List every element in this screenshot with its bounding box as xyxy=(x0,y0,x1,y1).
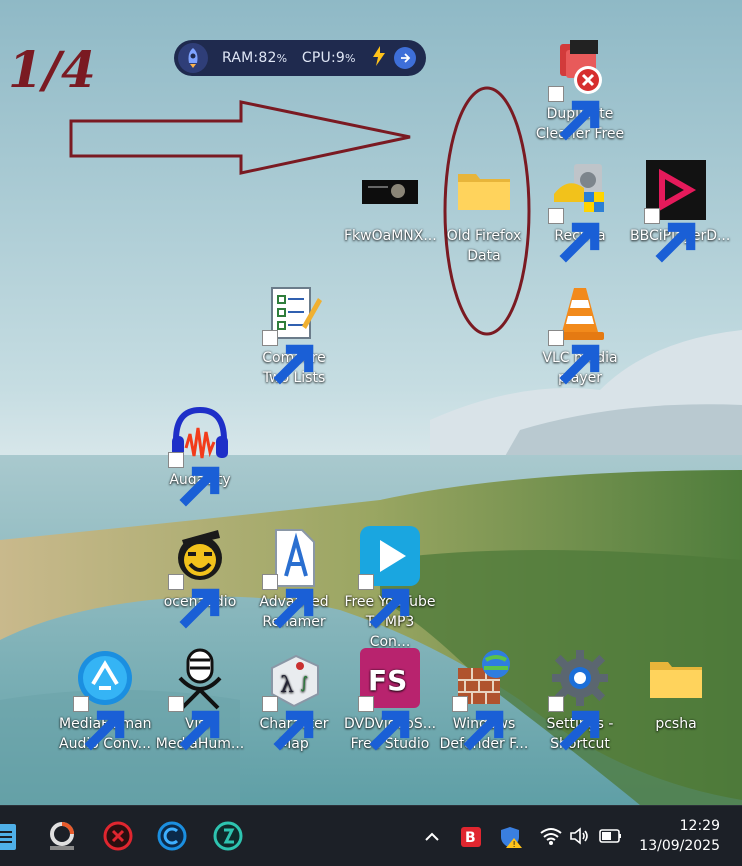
desktop-icon-label: FkwOaMNX... xyxy=(344,228,437,244)
taskbar: B ! 12:29 13/09/2025 xyxy=(0,805,742,866)
rocket-icon[interactable] xyxy=(178,43,208,73)
svg-text:λ: λ xyxy=(280,673,294,698)
desktop-icon-vlc[interactable]: VLC media player xyxy=(532,282,628,388)
chevron-up-icon[interactable] xyxy=(424,826,440,848)
ccleaner-icon[interactable] xyxy=(156,820,188,852)
desktop-icon-mediahuman-audio-converter[interactable]: MediaHuman Audio Conv... xyxy=(57,648,153,754)
desktop-icon-fkwoa[interactable]: FkwOaMNX... xyxy=(342,160,438,246)
desktop-icon-label: Old Firefox Data xyxy=(446,228,522,264)
security-icon[interactable]: ! xyxy=(500,826,524,849)
shortcut-arrow-icon xyxy=(452,696,504,751)
desktop-icon-settings-shortcut[interactable]: Settings - Shortcut xyxy=(532,648,628,754)
clock-time: 12:29 xyxy=(679,818,720,834)
battery-icon[interactable] xyxy=(599,826,623,848)
shortcut-arrow-icon xyxy=(262,330,314,385)
audacity-icon xyxy=(168,404,232,507)
volume-icon[interactable] xyxy=(569,826,591,848)
shortcut-arrow-icon xyxy=(73,696,125,751)
clock-date: 13/09/2025 xyxy=(639,838,720,854)
clock[interactable]: 12:29 13/09/2025 xyxy=(639,816,720,856)
mediahuman-microphone-icon xyxy=(168,648,232,751)
vlc-cone-icon xyxy=(548,282,612,385)
cpu-readout: CPU:9% xyxy=(301,50,356,66)
red-app-icon[interactable] xyxy=(102,820,134,852)
desktop-icon-free-youtube-to-mp3[interactable]: Free YouTube To MP3 Con... xyxy=(342,526,438,652)
photoscape-icon[interactable] xyxy=(46,820,78,852)
shortcut-arrow-icon xyxy=(168,574,220,629)
svg-text:∫: ∫ xyxy=(300,673,308,692)
lightning-icon[interactable] xyxy=(372,46,386,70)
recuva-icon xyxy=(548,160,612,263)
shortcut-arrow-icon xyxy=(262,696,314,751)
desktop-icon-duplicate-cleaner[interactable]: Duplicate Cleaner Free xyxy=(532,38,628,144)
annotation-step-label: 1/4 xyxy=(8,40,96,99)
desktop-icon-ocenaudio[interactable]: ocenaudio xyxy=(152,526,248,629)
desktop-icon-advanced-renamer[interactable]: Advanced Renamer xyxy=(246,526,342,632)
shortcut-arrow-icon xyxy=(548,330,600,385)
wifi-icon[interactable] xyxy=(540,826,562,848)
desktop-icon-visit-mediahuman[interactable]: Visit MediaHum... xyxy=(152,648,248,754)
gear-icon xyxy=(548,648,612,751)
shortcut-arrow-icon xyxy=(548,86,600,141)
folder-icon xyxy=(452,160,516,224)
shortcut-arrow-icon xyxy=(168,452,220,507)
system-monitor-widget[interactable]: RAM:82% CPU:9% xyxy=(174,40,426,76)
teal-app-icon[interactable] xyxy=(212,820,244,852)
character-map-icon: λ ∫ xyxy=(262,648,326,751)
mediahuman-audio-converter-icon xyxy=(73,648,137,751)
desktop-icon-recuva[interactable]: Recuva xyxy=(532,160,628,263)
antivirus-icon[interactable]: B xyxy=(460,826,482,848)
shortcut-arrow-icon xyxy=(168,696,220,751)
desktop-icon-bbciplayer[interactable]: BBCiPlayerD... xyxy=(628,160,730,263)
shortcut-arrow-icon xyxy=(644,208,696,263)
ram-readout: RAM:82% xyxy=(222,50,288,66)
free-youtube-to-mp3-icon xyxy=(358,526,422,629)
svg-text:FS: FS xyxy=(368,664,407,697)
svg-text:!: ! xyxy=(513,840,516,849)
desktop-icon-character-map[interactable]: λ ∫ Character Map xyxy=(246,648,342,754)
shortcut-arrow-icon xyxy=(548,696,600,751)
shortcut-arrow-icon xyxy=(262,574,314,629)
notepad-icon[interactable] xyxy=(0,820,22,852)
shortcut-arrow-icon xyxy=(358,574,410,629)
desktop-icon-pcsha[interactable]: pcsha xyxy=(628,648,724,734)
desktop-icon-compare-two-lists[interactable]: Compare Two Lists xyxy=(246,282,342,388)
desktop-icon-dvdvideosoft[interactable]: FS DVDVideoS... Free Studio xyxy=(342,648,438,754)
advanced-renamer-icon xyxy=(262,526,326,629)
dvdvideosoft-fs-icon: FS xyxy=(358,648,422,751)
shortcut-arrow-icon xyxy=(548,208,600,263)
desktop-icon-label: pcsha xyxy=(655,716,697,732)
svg-text:B: B xyxy=(465,830,476,846)
firewall-icon xyxy=(452,648,516,751)
arrow-right-icon[interactable] xyxy=(393,47,416,69)
duplicate-cleaner-icon xyxy=(548,38,612,141)
shortcut-arrow-icon xyxy=(358,696,410,751)
desktop-icon-audacity[interactable]: Audacity xyxy=(152,404,248,507)
checklist-icon xyxy=(262,282,326,385)
bbciplayer-icon xyxy=(644,160,708,263)
folder-icon xyxy=(644,648,708,712)
ocenaudio-icon xyxy=(168,526,232,629)
desktop-icon-windows-defender-firewall[interactable]: Windows Defender F... xyxy=(436,648,532,754)
desktop-icon-old-firefox-data[interactable]: Old Firefox Data xyxy=(436,160,532,266)
video-thumbnail-icon xyxy=(358,160,422,224)
